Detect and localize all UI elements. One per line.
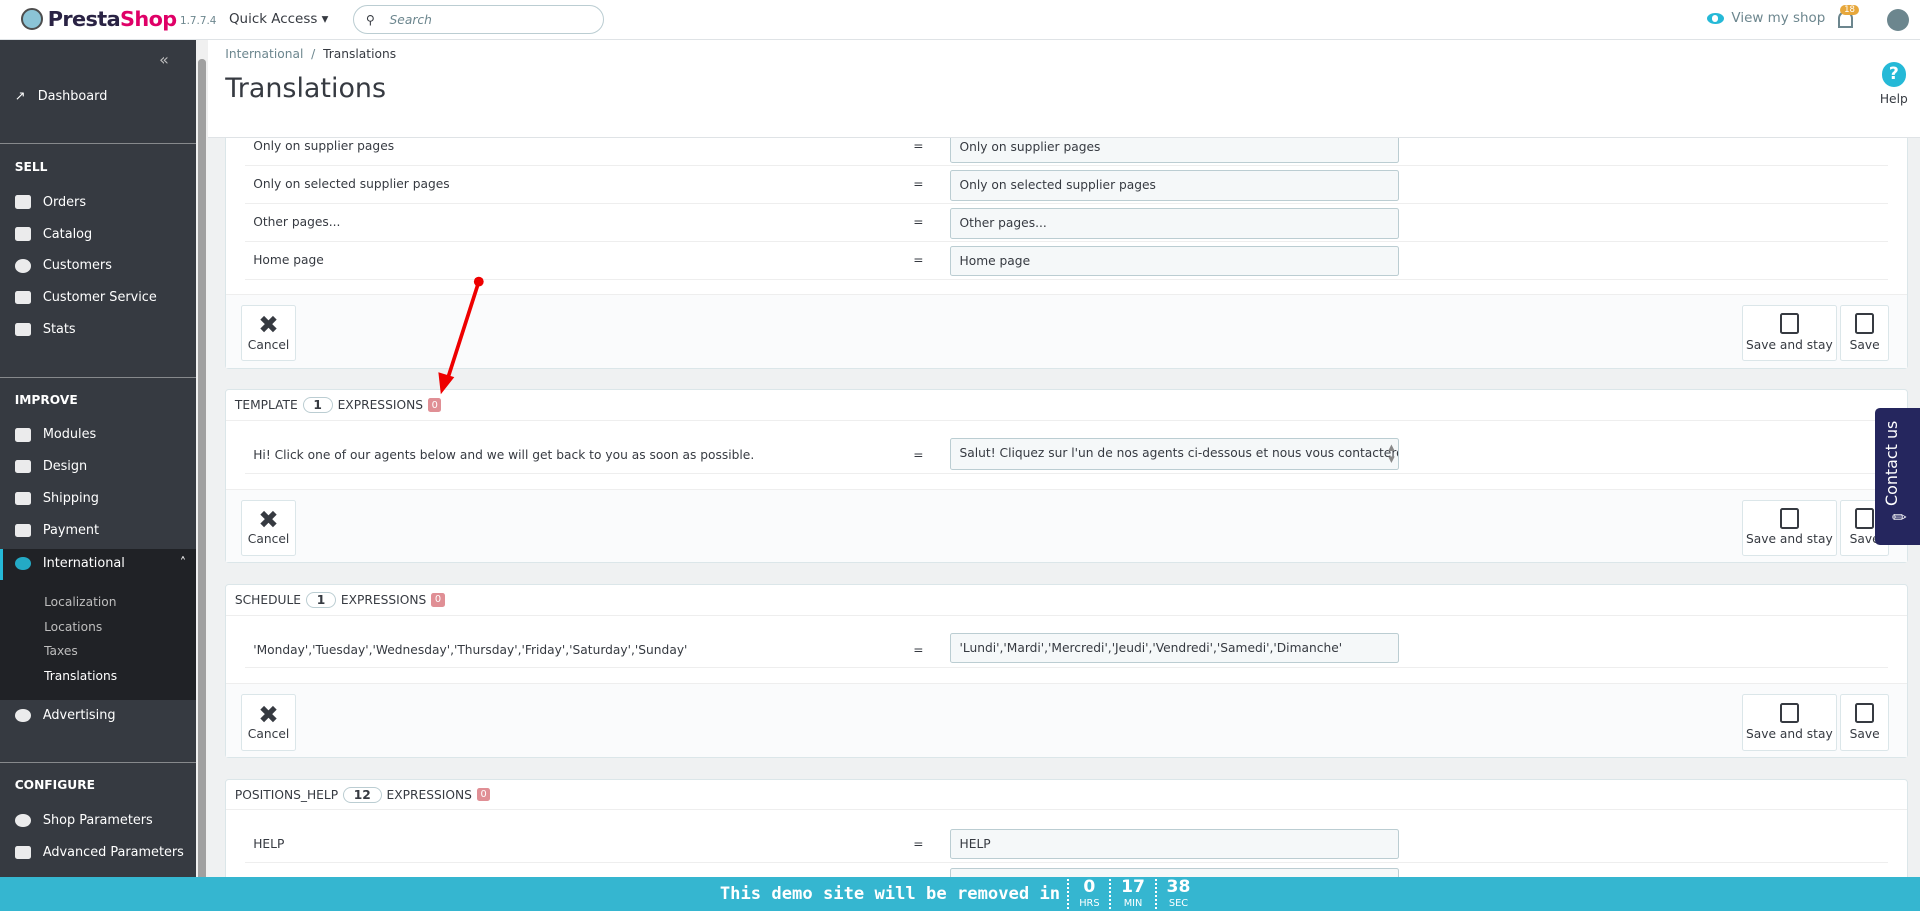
red-annotation-arrow — [438, 276, 484, 395]
minutes-value: 17 — [1121, 876, 1145, 897]
banner-message: This demo site will be removed in — [719, 883, 1061, 904]
hours-label: HRS — [1079, 898, 1100, 910]
arrow-head — [438, 372, 455, 395]
demo-countdown-banner: This demo site will be removed in 0 HRS 1… — [0, 876, 1920, 911]
hours-value: 0 — [1083, 876, 1096, 897]
minutes-label: MIN — [1123, 898, 1143, 910]
countdown-minutes: 17 MIN — [1109, 876, 1154, 910]
seconds-label: SEC — [1168, 898, 1189, 910]
seconds-value: 38 — [1166, 876, 1191, 897]
countdown-hours: 0 HRS — [1067, 876, 1109, 910]
arrow-line — [446, 281, 481, 378]
countdown-seconds: 38 SEC — [1154, 876, 1200, 910]
